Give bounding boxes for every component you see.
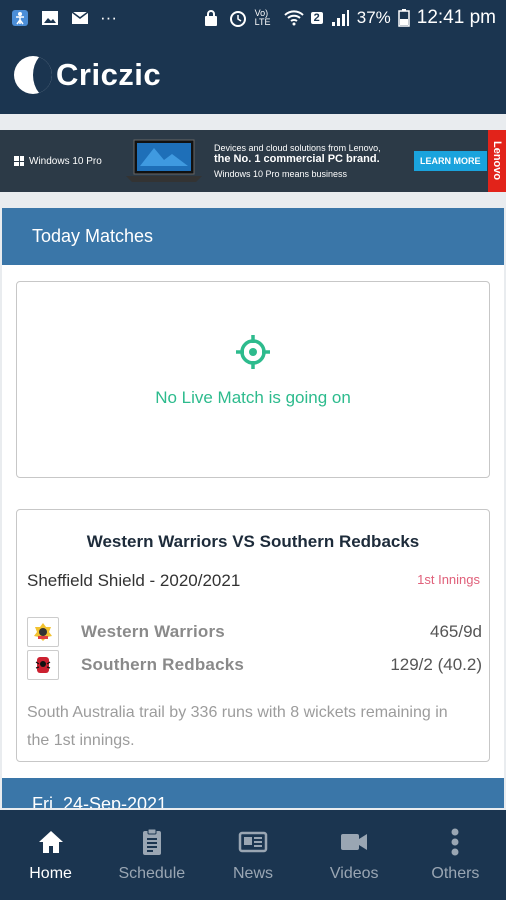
- alarm-icon: [229, 11, 246, 27]
- ad-brand-logo: Lenovo: [488, 130, 506, 192]
- sim-badge: 2: [310, 12, 323, 24]
- video-camera-icon: [341, 834, 368, 850]
- today-matches-heading: Today Matches: [2, 208, 504, 265]
- nav-videos[interactable]: Videos: [304, 810, 405, 900]
- match-card[interactable]: Western Warriors VS Southern Redbacks Sh…: [16, 509, 490, 762]
- nav-schedule-label: Schedule: [118, 865, 186, 882]
- date-heading-text: Fri, 24-Sep-2021: [32, 794, 168, 808]
- app-logo-icon: [14, 56, 52, 94]
- team-name: Western Warriors: [81, 622, 225, 641]
- series-name: Sheffield Shield - 2020/2021: [27, 571, 241, 590]
- ad-line3: Windows 10 Pro means business: [214, 169, 348, 179]
- team-score: 465/9d: [430, 622, 482, 641]
- ad-line2: the No. 1 commercial PC brand.: [214, 153, 380, 165]
- signal-icon: [331, 10, 349, 26]
- team-row: Southern Redbacks 129/2 (40.2): [27, 650, 482, 680]
- app-header: Criczic: [0, 36, 506, 114]
- western-warriors-logo-icon: [27, 617, 59, 647]
- ad-learn-more-button[interactable]: LEARN MORE: [414, 151, 487, 171]
- ad-copy: Devices and cloud solutions from Lenovo,…: [214, 143, 404, 179]
- nav-others-label: Others: [431, 865, 480, 882]
- more-notifications-indicator: ···: [100, 8, 117, 27]
- ad-banner[interactable]: Windows 10 Pro Devices and cloud solutio…: [0, 130, 506, 192]
- laptop-icon: [126, 139, 202, 182]
- app-title: Criczic: [56, 57, 162, 92]
- nav-home[interactable]: Home: [0, 810, 101, 900]
- nav-others[interactable]: Others: [405, 810, 506, 900]
- status-bar: ··· Vo) LTE 2 37% 12:41 pm: [0, 0, 506, 36]
- ad-os-text: Windows 10 Pro: [29, 155, 102, 167]
- nav-news-label: News: [233, 865, 274, 882]
- nav-videos-label: Videos: [329, 865, 379, 882]
- nav-schedule[interactable]: Schedule: [101, 810, 202, 900]
- team-name: Southern Redbacks: [81, 655, 245, 674]
- wifi-icon: [283, 10, 304, 26]
- lock-icon: [204, 10, 217, 26]
- accessibility-icon: [12, 10, 28, 26]
- no-live-match-text: No Live Match is going on: [155, 388, 351, 407]
- mail-icon: [71, 11, 89, 24]
- match-title: Western Warriors VS Southern Redbacks: [86, 532, 420, 551]
- bottom-navigation: Home Schedule News Videos Others: [0, 810, 506, 900]
- nav-home-label: Home: [29, 865, 72, 882]
- windows-logo-icon: [14, 156, 24, 166]
- crosshair-icon: [236, 335, 270, 369]
- main-content[interactable]: Today Matches No Live Match is going on …: [2, 208, 504, 808]
- ad-line1: Devices and cloud solutions from Lenovo,: [214, 143, 381, 153]
- match-summary: South Australia trail by 336 runs with 8…: [27, 704, 448, 749]
- match-status-badge: 1st Innings: [417, 572, 480, 587]
- newspaper-icon: [238, 831, 268, 853]
- battery-icon: [398, 9, 410, 27]
- no-live-match-card: No Live Match is going on: [16, 281, 490, 478]
- image-icon: [42, 11, 58, 25]
- team-row: Western Warriors 465/9d: [27, 617, 482, 647]
- ad-os-label: Windows 10 Pro: [14, 156, 110, 167]
- volte-indicator: Vo) LTE: [254, 8, 271, 27]
- battery-percentage: 37%: [356, 8, 391, 27]
- southern-redbacks-logo-icon: [27, 650, 59, 680]
- nav-news[interactable]: News: [202, 810, 303, 900]
- team-score: 129/2 (40.2): [390, 655, 482, 674]
- home-icon: [38, 831, 63, 853]
- clock: 12:41 pm: [416, 7, 496, 28]
- date-heading: Fri, 24-Sep-2021: [2, 778, 504, 808]
- clipboard-icon: [142, 828, 161, 855]
- section-title: Today Matches: [32, 226, 154, 246]
- more-vertical-icon: [451, 828, 459, 856]
